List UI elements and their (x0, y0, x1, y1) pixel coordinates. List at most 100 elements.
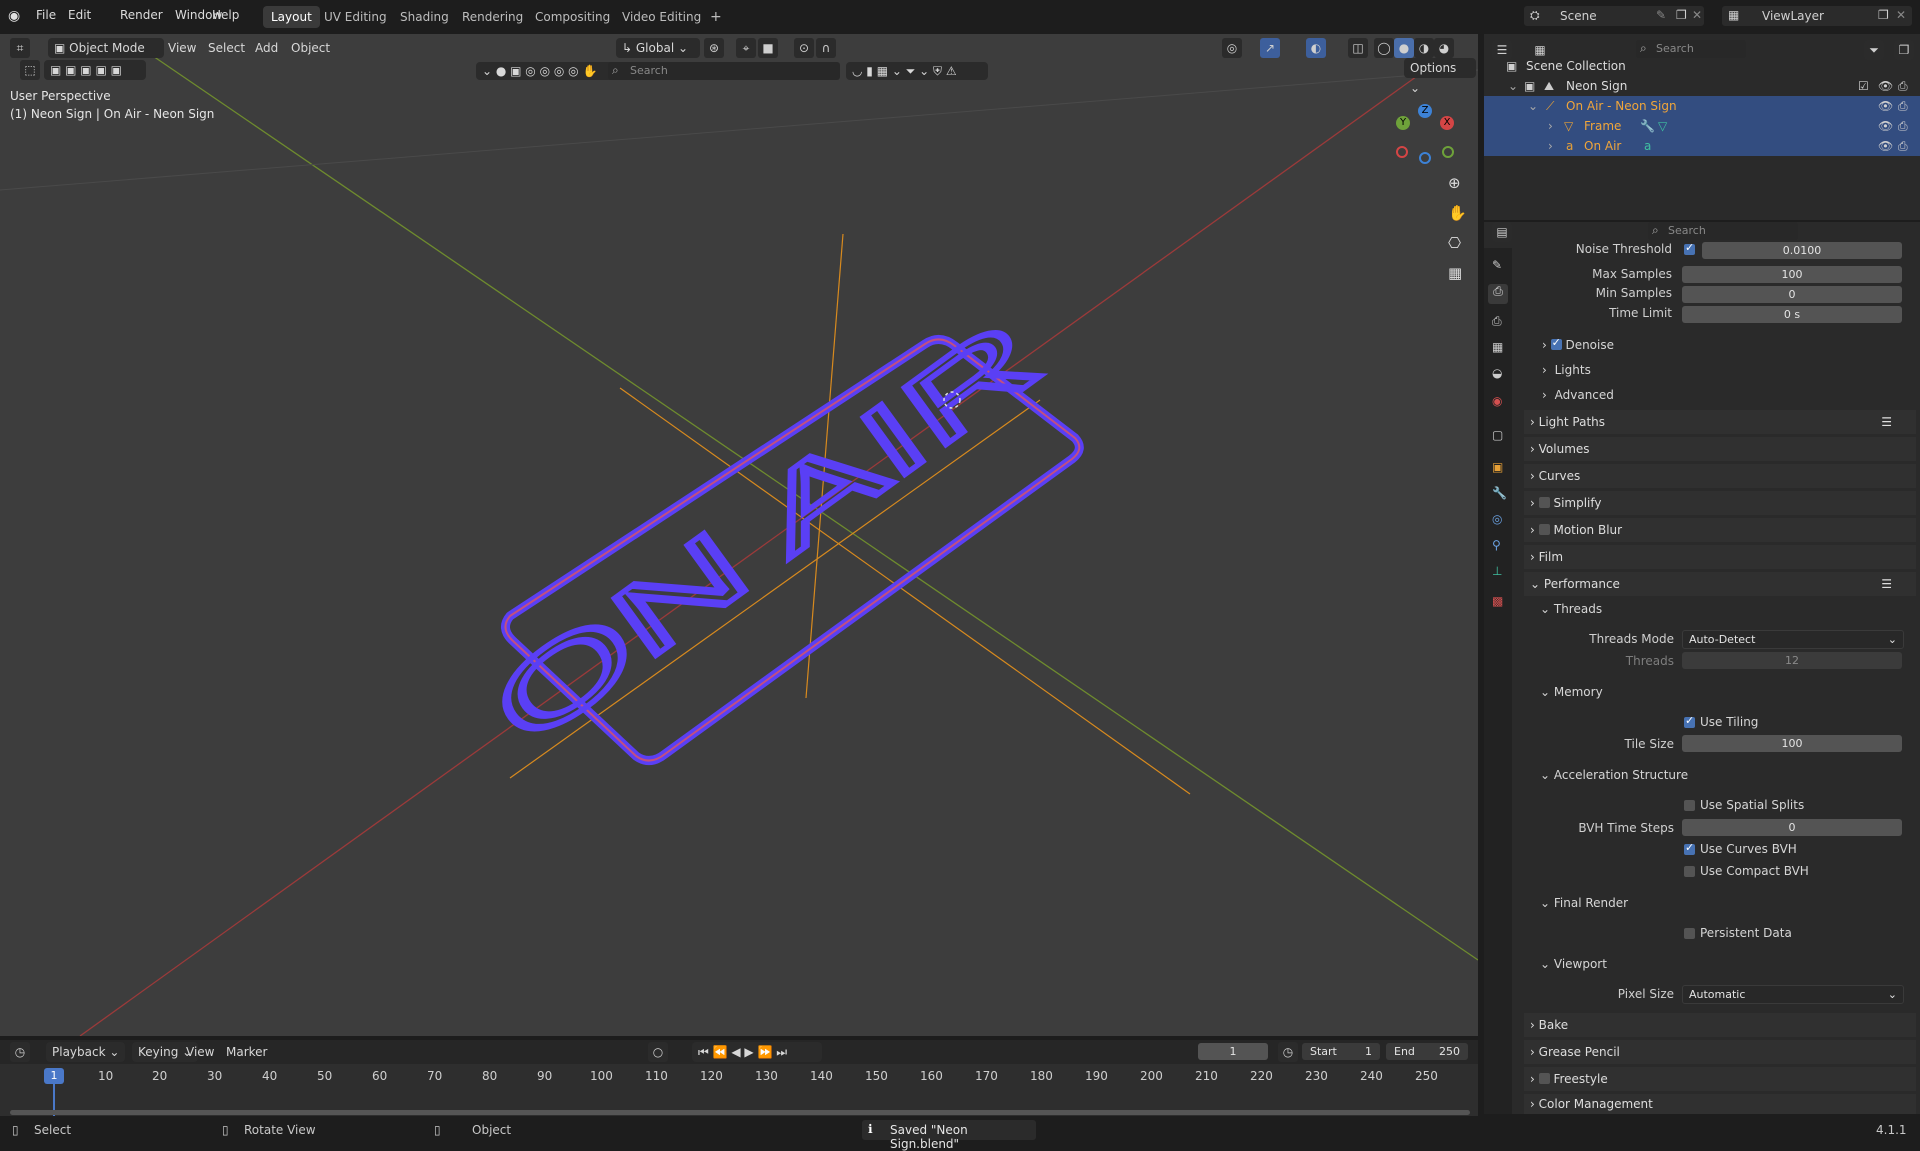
scene-tab-icon[interactable]: ◒ (1492, 366, 1502, 380)
pin-icon[interactable]: ✎ (1656, 8, 1666, 22)
snap-icon[interactable]: ⌖ (736, 38, 756, 58)
pixel-size-dropdown[interactable]: Automatic ⌄ (1682, 985, 1904, 1004)
proportional-edit-icon[interactable]: ⊙ (794, 38, 814, 58)
denoise-checkbox[interactable] (1550, 336, 1562, 350)
gizmo-y-axis[interactable]: Y (1396, 116, 1410, 130)
threads-mode-dropdown[interactable]: Auto-Detect ⌄ (1682, 630, 1904, 649)
zoom-icon[interactable]: ⊕ (1448, 174, 1461, 192)
persistent-data-checkbox[interactable] (1684, 928, 1695, 939)
collection-tab-icon[interactable]: ▢ (1492, 428, 1503, 442)
panel-film[interactable]: › Film (1524, 545, 1916, 569)
viewport-subpanel[interactable]: ⌄ Viewport (1540, 957, 1607, 971)
panel-curves[interactable]: › Curves (1524, 464, 1916, 488)
use-tiling-checkbox[interactable] (1684, 714, 1695, 728)
eye-icon[interactable]: 👁 (1878, 76, 1893, 96)
overlay-toggle-icon[interactable]: ◐ (1306, 38, 1326, 58)
simplify-checkbox[interactable] (1538, 497, 1550, 508)
tab-compositing[interactable]: Compositing (527, 6, 618, 28)
panel-performance[interactable]: ⌄ Performance ☰ (1524, 572, 1916, 596)
output-tab-icon[interactable]: ⎙ (1492, 314, 1502, 329)
marker-menu[interactable]: Marker (226, 1042, 267, 1062)
camera-icon[interactable]: ⎙ (1898, 76, 1908, 96)
eye-icon[interactable]: 👁 (1878, 96, 1893, 116)
pan-hand-icon[interactable]: ✋ (1448, 204, 1467, 222)
use-spatial-splits-checkbox[interactable] (1684, 800, 1695, 811)
delete-view-layer-icon[interactable]: ✕ (1896, 8, 1906, 22)
auto-keying-icon[interactable]: ○ (648, 1042, 668, 1062)
timeline-view-menu[interactable]: View (186, 1042, 214, 1062)
new-view-layer-icon[interactable]: ❐ (1878, 8, 1889, 22)
bvh-time-steps-field[interactable]: 0 (1682, 819, 1902, 836)
tab-layout[interactable]: Layout (263, 6, 320, 28)
final-render-subpanel[interactable]: ⌄ Final Render (1540, 896, 1628, 910)
transform-orientation[interactable]: ↳ Global ⌄ (616, 38, 700, 58)
use-curves-bvh-checkbox[interactable] (1684, 841, 1695, 855)
list-icon[interactable]: ☰ (1881, 572, 1892, 596)
lights-subpanel[interactable]: › Lights (1542, 363, 1591, 377)
scene-selector[interactable]: ⛭ Scene ✎ ❐ ✕ (1524, 6, 1704, 26)
expand-arrow-icon[interactable]: › (1548, 136, 1553, 156)
end-frame-field[interactable]: End 250 (1386, 1043, 1468, 1060)
use-compact-bvh-checkbox[interactable] (1684, 866, 1695, 877)
eye-icon[interactable]: 👁 (1878, 136, 1893, 156)
editor-type-icon[interactable]: ⌗ (10, 38, 30, 58)
list-icon[interactable]: ☰ (1881, 410, 1892, 434)
outliner-row-scene-collection[interactable]: ▣ Scene Collection (1484, 56, 1920, 76)
viewport-search[interactable]: ⌕ Search (608, 62, 840, 80)
outliner-row-neon-sign[interactable]: ⌄ ▣ ⛰ Neon Sign ☑ 👁 ⎙ (1484, 76, 1920, 96)
panel-volumes[interactable]: › Volumes (1524, 437, 1916, 461)
select-mode-buttons[interactable]: ▣ ▣ ▣ ▣ ▣ (44, 60, 146, 80)
blender-logo-icon[interactable]: ◉ (8, 8, 24, 24)
panel-grease-pencil[interactable]: › Grease Pencil (1524, 1040, 1916, 1064)
properties-editor-icon[interactable]: ▤ (1492, 222, 1512, 242)
menu-select[interactable]: Select (208, 38, 245, 58)
tile-size-field[interactable]: 100 (1682, 735, 1902, 752)
shading-material-icon[interactable]: ◑ (1414, 38, 1434, 58)
min-samples-field[interactable]: 0 (1682, 286, 1902, 303)
falloff-icon[interactable]: ∩ (816, 38, 836, 58)
tab-uv-editing[interactable]: UV Editing (316, 6, 395, 28)
menu-edit[interactable]: Edit (68, 8, 91, 22)
eye-icon[interactable]: 👁 (1878, 116, 1893, 136)
start-frame-field[interactable]: Start 1 (1302, 1043, 1380, 1060)
view-layer-selector[interactable]: ▦ ViewLayer ❐ ✕ (1722, 6, 1912, 26)
camera-icon[interactable]: ⎙ (1898, 96, 1908, 116)
tab-shading[interactable]: Shading (392, 6, 457, 28)
shading-rendered-icon[interactable]: ◕ (1434, 38, 1454, 58)
panel-freestyle[interactable]: › Freestyle (1524, 1067, 1916, 1091)
freestyle-checkbox[interactable] (1538, 1073, 1550, 1084)
acceleration-structure-subpanel[interactable]: ⌄ Acceleration Structure (1540, 768, 1688, 782)
world-tab-icon[interactable]: ◉ (1492, 394, 1502, 408)
playback-menu[interactable]: Playback ⌄ (46, 1042, 126, 1062)
constraint-tab-icon[interactable]: ⚲ (1492, 538, 1501, 552)
use-preview-range-icon[interactable]: ◷ (1278, 1042, 1298, 1062)
modifier-tab-icon[interactable]: 🔧 (1492, 486, 1507, 500)
camera-view-icon[interactable]: ⎔ (1448, 234, 1461, 252)
object-type-filters[interactable]: ⌄ ● ▣ ◎ ◎ ◎ ◎ ✋ (476, 62, 618, 80)
panel-light-paths[interactable]: › Light Paths ☰ (1524, 410, 1916, 434)
time-limit-field[interactable]: 0 s (1682, 306, 1902, 323)
render-tab-icon[interactable]: ⎙ (1488, 284, 1508, 304)
memory-subpanel[interactable]: ⌄ Memory (1540, 685, 1603, 699)
camera-icon[interactable]: ⎙ (1898, 136, 1908, 156)
options-button[interactable]: Options ⌄ (1404, 58, 1476, 95)
properties-search[interactable]: ⌕ Search (1648, 222, 1798, 240)
navigation-gizmo[interactable]: Y Z X (1396, 104, 1456, 164)
gizmo-z-axis[interactable]: Z (1418, 104, 1432, 118)
noise-threshold-field[interactable]: 0.0100 (1702, 242, 1902, 259)
tool-tab-icon[interactable]: ✎ (1492, 258, 1502, 272)
mode-selector[interactable]: ▣ Object Mode ⌄ (48, 38, 164, 75)
xray-icon[interactable]: ◫ (1348, 38, 1368, 58)
gizmo-toggle-icon[interactable]: ↗ (1260, 38, 1280, 58)
menu-render[interactable]: Render (120, 8, 163, 22)
pivot-icon[interactable]: ⊛ (704, 38, 724, 58)
menu-help[interactable]: Help (212, 8, 239, 22)
outliner-row-frame[interactable]: › ▽ Frame 🔧 ▽ 👁 ⎙ (1484, 116, 1920, 136)
current-frame-field[interactable]: 1 (1198, 1043, 1268, 1060)
select-tool-icon[interactable]: ⬚ (20, 60, 40, 80)
new-scene-icon[interactable]: ❐ (1676, 8, 1687, 22)
max-samples-field[interactable]: 100 (1682, 266, 1902, 283)
menu-object[interactable]: Object (291, 38, 330, 58)
panel-simplify[interactable]: › Simplify (1524, 491, 1916, 515)
outliner-row-on-air[interactable]: › a On Air a 👁 ⎙ (1484, 136, 1920, 156)
